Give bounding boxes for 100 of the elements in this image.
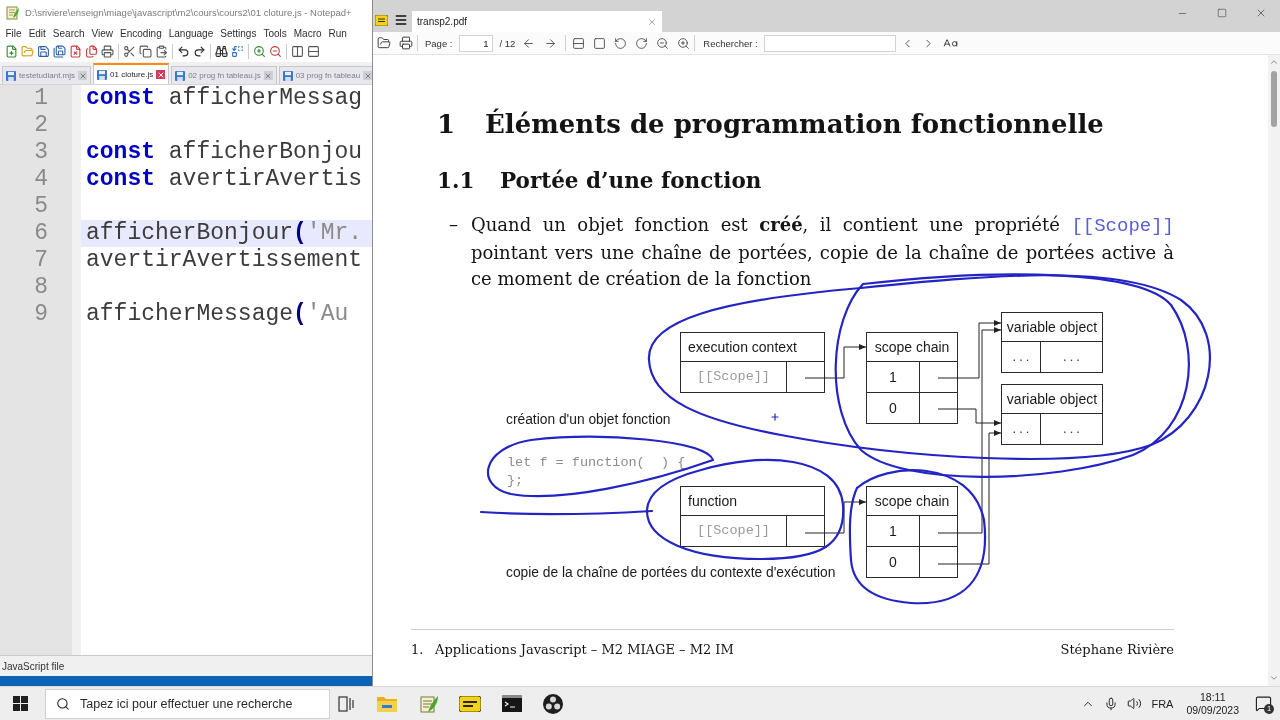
file-tab[interactable]: 01 cloture.js — [93, 63, 170, 84]
arrow-right-icon[interactable] — [544, 36, 558, 50]
scope-field: [[Scope]] — [697, 523, 770, 538]
line-number: 8 — [34, 274, 48, 301]
document-tab[interactable]: transp2.pdf — [412, 11, 662, 32]
file-tab[interactable]: testetudiant.mjs — [2, 66, 92, 84]
code-line: const avertirAvertis — [85, 166, 364, 193]
rows-icon[interactable] — [572, 36, 586, 50]
menu-item[interactable]: Run — [325, 27, 351, 39]
menu-icon[interactable] — [394, 13, 408, 27]
node-title: variable object — [1006, 318, 1098, 335]
print-icon[interactable] — [101, 45, 114, 58]
app-logo-icon — [375, 15, 388, 26]
notification-icon[interactable] — [1254, 695, 1272, 712]
replace-icon[interactable] — [231, 45, 244, 58]
menu-item[interactable]: View — [88, 27, 117, 39]
list-marker: – — [448, 213, 459, 237]
close-icon[interactable] — [156, 70, 166, 79]
save-icon[interactable] — [37, 45, 50, 58]
ellipsis-text: ... — [1063, 421, 1083, 436]
reader-app-icon[interactable] — [459, 695, 482, 712]
section-title: Éléments de programmation fonctionnelle — [485, 107, 1104, 141]
arrow-left-icon[interactable] — [522, 36, 536, 50]
floppy-icon — [282, 70, 293, 81]
status-text: JavaScript file — [2, 660, 65, 672]
search-field[interactable] — [763, 34, 896, 52]
print-icon[interactable] — [399, 36, 413, 50]
menu-item[interactable]: File — [2, 27, 26, 39]
zoom-out-icon[interactable] — [269, 45, 282, 58]
node-title: variable object — [1006, 390, 1098, 407]
chain-index: 0 — [889, 553, 897, 570]
file-x-icon[interactable] — [69, 45, 82, 58]
language-indicator[interactable]: FRA — [1151, 697, 1174, 710]
terminal-icon[interactable] — [501, 695, 522, 712]
node-title: execution context — [688, 338, 797, 355]
columns-icon[interactable] — [291, 45, 304, 58]
ellipsis-text: ... — [1012, 421, 1033, 436]
dotted-circle-icon[interactable] — [543, 693, 564, 714]
code-line: afficherMessage('Au — [85, 301, 350, 328]
rotate-right-icon[interactable] — [635, 36, 649, 50]
menu-item[interactable]: Macro — [290, 27, 326, 39]
folder-icon[interactable] — [377, 36, 391, 50]
paste-icon[interactable] — [155, 45, 168, 58]
binoculars-icon[interactable] — [215, 45, 228, 58]
menu-item[interactable]: Settings — [216, 27, 260, 39]
close-icon[interactable] — [78, 71, 88, 80]
task-view-icon[interactable] — [337, 695, 354, 712]
chain-index: 1 — [889, 368, 897, 385]
search-field[interactable]: Tapez ici pour effectuer une recherche — [45, 688, 330, 719]
menu-item[interactable]: Encoding — [116, 27, 166, 39]
line-number: 6 — [34, 220, 48, 247]
redo-icon[interactable] — [193, 45, 206, 58]
node-title: scope chain — [874, 338, 950, 355]
crosshair-cursor-icon — [770, 412, 780, 422]
menu-item[interactable]: Search — [49, 27, 89, 39]
search-label: Rechercher : — [703, 37, 758, 49]
app-icon — [6, 5, 20, 20]
footer-title: Applications Javascript – M2 MIAGE – M2 IM — [435, 640, 734, 659]
notepad-icon[interactable] — [418, 693, 439, 714]
microphone-icon[interactable] — [1104, 696, 1119, 711]
rotate-left-icon[interactable] — [614, 36, 628, 50]
windows-logo-icon[interactable] — [12, 696, 28, 711]
zoom-in-icon[interactable] — [253, 45, 266, 58]
speaker-icon[interactable] — [1127, 696, 1143, 711]
subsection-title: Portée d’une fonction — [500, 167, 762, 195]
scrollbar-thumb[interactable] — [1271, 71, 1277, 127]
zoom-out-icon[interactable] — [656, 36, 670, 50]
square-icon[interactable] — [593, 36, 607, 50]
save-all-icon[interactable] — [53, 45, 66, 58]
line-number: 7 — [34, 247, 48, 274]
close-icon[interactable] — [363, 71, 372, 80]
floppy-icon — [6, 70, 16, 81]
code-snippet: let f = function( ) { }; — [507, 453, 686, 490]
chain-index: 1 — [889, 522, 897, 539]
close-icon[interactable] — [263, 71, 273, 80]
page-count: / 12 — [499, 37, 516, 49]
file-tab[interactable]: 02 prog fn tableau.js — [171, 66, 277, 84]
node-title: scope chain — [874, 492, 950, 509]
page-label: Page : — [425, 37, 453, 49]
code-line: const afficherMessag — [85, 85, 364, 112]
files-icon[interactable] — [85, 45, 98, 58]
menu-item[interactable]: Language — [165, 27, 217, 39]
scrollbar[interactable] — [1268, 55, 1280, 686]
line-number: 9 — [34, 301, 48, 328]
floppy-icon — [97, 69, 108, 80]
menu-item[interactable]: Tools — [259, 27, 291, 39]
menu-item[interactable]: Edit — [25, 27, 50, 39]
page-field[interactable]: 1 — [459, 34, 494, 52]
copy-icon[interactable] — [139, 45, 152, 58]
undo-icon[interactable] — [177, 45, 190, 58]
new-file-icon[interactable] — [5, 45, 18, 58]
zoom-in-icon[interactable] — [677, 36, 691, 50]
clock-time[interactable]: 18:11 — [1199, 690, 1226, 704]
footer-author: Stéphane Rivière — [1060, 640, 1174, 659]
node-title: function — [688, 492, 738, 509]
cut-icon[interactable] — [123, 45, 136, 58]
file-tab[interactable]: 03 prog fn tableau — [278, 66, 372, 84]
clock-date[interactable]: 09/09/2023 — [1186, 703, 1239, 717]
rows-icon[interactable] — [307, 45, 320, 58]
ellipsis-text: ... — [1063, 349, 1083, 364]
